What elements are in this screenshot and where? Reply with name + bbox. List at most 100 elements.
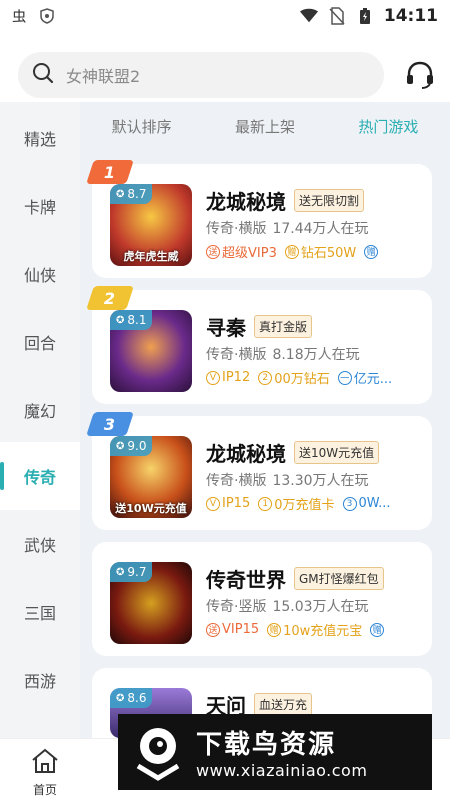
game-genre: 传奇·横版 — [206, 221, 267, 237]
icon-caption: 虎年虎生威 — [123, 250, 179, 263]
game-list-panel: 默认排序 最新上架 热门游戏 1 ✪ 8.7 虎年虎生威 龙城秘境 送无限切割 传… — [80, 102, 450, 738]
icon-caption: 送10W元充值 — [115, 502, 187, 515]
rank-badge: 3 — [86, 412, 134, 436]
shield-icon — [38, 7, 56, 25]
vip-icon: V — [206, 496, 220, 511]
gift-icon: 送 — [206, 622, 220, 637]
game-tag: 送10W元充值 — [294, 441, 380, 464]
game-title: 龙城秘境 — [206, 190, 286, 214]
sidebar-item-mohuan[interactable]: 魔幻 — [0, 376, 80, 444]
home-icon — [30, 747, 60, 779]
tab-newest[interactable]: 最新上架 — [203, 116, 326, 144]
game-card[interactable]: ✪ 9.7 传奇世界 GM打怪爆红包 传奇·竖版 15.03万人在玩 送 VIP15… — [92, 542, 432, 656]
game-icon: ✪ 8.7 虎年虎生威 — [110, 184, 192, 266]
perk-item: 赠 — [364, 244, 379, 259]
player-count: 8.18万人在玩 — [272, 347, 360, 363]
watermark-title: 下载鸟资源 — [196, 730, 337, 760]
perk-item: 1 0万充值卡 — [258, 494, 335, 513]
perk-item: 赠钻石50W — [284, 242, 356, 261]
perk-row: 送超级VIP3 赠钻石50W 赠 — [206, 242, 379, 261]
game-title: 传奇世界 — [206, 568, 286, 592]
perk-item: 赠 10w充值元宝 — [267, 620, 362, 639]
perk-item: 送 VIP15 — [206, 622, 259, 637]
status-bar: 虫 14:11 — [0, 0, 450, 32]
battery-icon — [356, 7, 374, 25]
sidebar-item-xianxia[interactable]: 仙侠 — [0, 240, 80, 308]
score-badge: ✪ 8.7 — [110, 184, 153, 204]
game-card[interactable]: 1 ✪ 8.7 虎年虎生威 龙城秘境 送无限切割 传奇·横版 17.44万人在玩 … — [86, 160, 432, 278]
star-icon: ✪ — [116, 692, 125, 704]
star-icon: ✪ — [116, 314, 125, 326]
site-watermark: 下载鸟资源 www.xiazainiao.com — [118, 714, 432, 790]
perk-item: V IP12 — [206, 370, 250, 385]
player-count: 13.30万人在玩 — [272, 473, 369, 489]
tab-hot-games[interactable]: 热门游戏 — [327, 116, 450, 144]
sidebar-item-jingxuan[interactable]: 精选 — [0, 104, 80, 172]
game-card[interactable]: 3 ✪ 9.0 送10W元充值 龙城秘境 送10W元充值 传奇·横版 13.30万… — [86, 412, 432, 530]
score-badge: ✪ 9.7 — [110, 562, 153, 582]
category-sidebar: 精选 卡牌 仙侠 回合 魔幻 传奇 武侠 三国 西游 — [0, 102, 80, 738]
rank-badge: 2 — [86, 286, 134, 310]
game-tag: 送无限切割 — [294, 189, 365, 212]
nav-home[interactable]: 首页 — [20, 747, 70, 798]
player-count: 17.44万人在玩 — [272, 221, 369, 237]
coin-icon: 2 — [258, 370, 273, 385]
perk-item: 3 0W... — [342, 496, 391, 511]
sidebar-item-xiyou[interactable]: 西游 — [0, 646, 80, 714]
sidebar-item-sanguo[interactable]: 三国 — [0, 578, 80, 646]
game-card[interactable]: 2 ✪ 8.1 寻秦 真打金版 传奇·横版 8.18万人在玩 V IP12 2 00万… — [86, 286, 432, 404]
sort-tabs: 默认排序 最新上架 热门游戏 — [80, 116, 450, 144]
game-genre: 传奇·横版 — [206, 347, 267, 363]
game-tag: 血送万充 — [254, 693, 313, 716]
rank-badge: 1 — [86, 160, 134, 184]
search-row: 女神联盟2 — [18, 50, 438, 100]
game-icon: ✪ 9.7 — [110, 562, 192, 644]
game-title: 龙城秘境 — [206, 442, 286, 466]
sidebar-item-wuxia[interactable]: 武侠 — [0, 510, 80, 578]
player-count: 15.03万人在玩 — [272, 599, 369, 615]
perk-row: V IP12 2 00万钻石 一亿元... — [206, 368, 392, 387]
gift-icon: 赠 — [284, 244, 299, 259]
game-genre: 传奇·竖版 — [206, 599, 267, 615]
status-time: 14:11 — [383, 6, 438, 26]
app-notification-icon: 虫 — [12, 7, 30, 25]
coin-icon: 3 — [342, 496, 357, 511]
perk-item: 一亿元... — [337, 368, 392, 387]
tab-default-sort[interactable]: 默认排序 — [80, 116, 203, 144]
gift-icon: 赠 — [370, 622, 385, 637]
sidebar-item-huihe[interactable]: 回合 — [0, 308, 80, 376]
svg-text:虫: 虫 — [12, 8, 26, 25]
score-badge: ✪ 8.6 — [110, 688, 153, 708]
perk-item: V IP15 — [206, 496, 250, 511]
score-badge: ✪ 9.0 — [110, 436, 153, 456]
search-icon — [32, 62, 54, 88]
perk-item: 赠 — [370, 622, 385, 637]
game-genre: 传奇·横版 — [206, 473, 267, 489]
gift-icon: 赠 — [364, 244, 379, 259]
perk-item: 送超级VIP3 — [206, 242, 277, 261]
coin-icon: 一 — [337, 370, 352, 385]
score-badge: ✪ 8.1 — [110, 310, 153, 330]
game-icon: ✪ 8.1 — [110, 310, 192, 392]
search-placeholder: 女神联盟2 — [66, 67, 141, 86]
game-tag: GM打怪爆红包 — [294, 567, 384, 590]
perk-item: 2 00万钻石 — [258, 368, 330, 387]
no-sim-icon — [328, 7, 346, 25]
customer-service-headset-icon[interactable] — [402, 57, 438, 93]
sidebar-item-kapai[interactable]: 卡牌 — [0, 172, 80, 240]
sidebar-item-chuanqi[interactable]: 传奇 — [0, 442, 80, 510]
game-icon: ✪ 9.0 送10W元充值 — [110, 436, 192, 518]
star-icon: ✪ — [116, 188, 125, 200]
watermark-url: www.xiazainiao.com — [196, 761, 368, 780]
wifi-icon — [299, 7, 318, 25]
game-title: 寻秦 — [206, 316, 246, 340]
bird-logo-icon — [124, 718, 192, 786]
star-icon: ✪ — [116, 566, 125, 578]
game-tag: 真打金版 — [254, 315, 313, 338]
vip-icon: V — [206, 370, 220, 385]
gift-icon: 送 — [206, 244, 220, 259]
nav-home-label: 首页 — [32, 783, 57, 797]
gift-icon: 赠 — [267, 622, 282, 637]
coin-icon: 1 — [258, 496, 273, 511]
search-input[interactable]: 女神联盟2 — [18, 52, 384, 98]
